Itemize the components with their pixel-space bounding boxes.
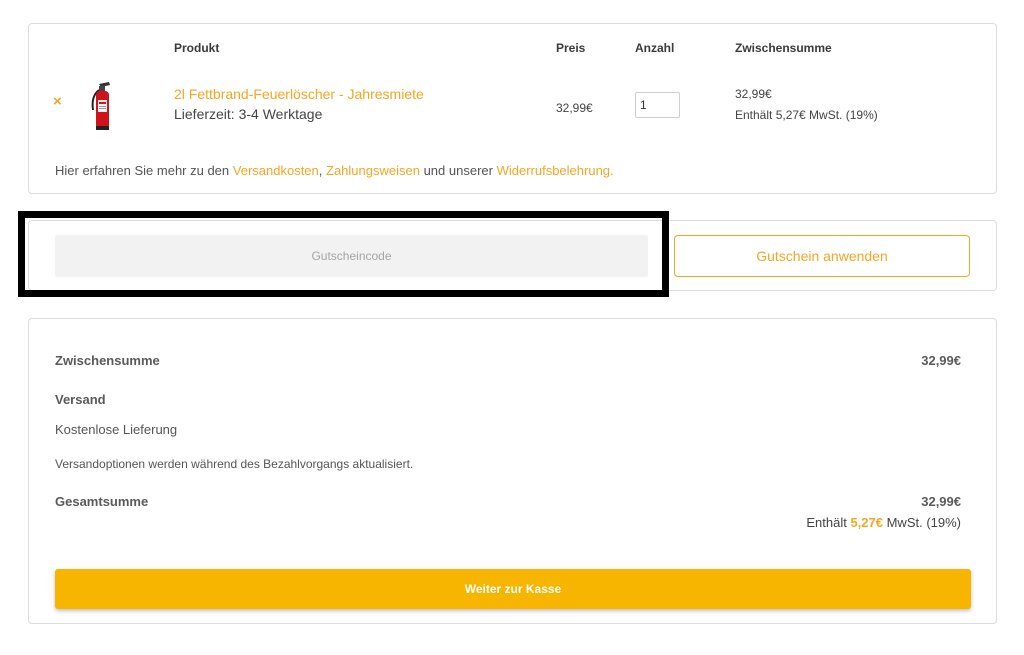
- delivery-time: Lieferzeit: 3-4 Werktage: [174, 106, 323, 122]
- total-label: Gesamtsumme: [55, 494, 149, 509]
- subtotal-value: 32,99€: [921, 353, 961, 368]
- vat-suffix: MwSt. (19%): [882, 515, 961, 530]
- quantity-input[interactable]: [635, 92, 680, 118]
- vat-prefix: Enthält: [806, 515, 851, 530]
- shipping-note: Versandoptionen werden während des Bezah…: [55, 457, 414, 471]
- info-suffix: .: [610, 163, 614, 178]
- item-subtotal-vat: Enthält 5,27€ MwSt. (19%): [735, 108, 878, 122]
- cart-totals: Zwischensumme 32,99€ Versand Kostenlose …: [28, 318, 997, 624]
- shipping-method: Kostenlose Lieferung: [55, 422, 178, 437]
- item-price: 32,99€: [556, 101, 593, 115]
- info-text: Hier erfahren Sie mehr zu den Versandkos…: [55, 163, 614, 178]
- total-vat: Enthält 5,27€ MwSt. (19%): [806, 515, 961, 530]
- info-separator: ,: [318, 163, 327, 178]
- info-prefix: Hier erfahren Sie mehr zu den: [55, 163, 233, 178]
- withdrawal-policy-link[interactable]: Widerrufsbelehrung: [497, 163, 610, 178]
- vat-amount: 5,27€: [850, 515, 883, 530]
- column-header-quantity: Anzahl: [635, 41, 675, 55]
- shipping-label: Versand: [55, 392, 106, 407]
- subtotal-label: Zwischensumme: [55, 353, 160, 368]
- total-value: 32,99€: [921, 494, 961, 509]
- coupon-code-input[interactable]: [55, 235, 648, 277]
- apply-coupon-button[interactable]: Gutschein anwenden: [674, 235, 970, 277]
- coupon-section: Gutschein anwenden: [28, 220, 997, 291]
- close-icon[interactable]: ×: [53, 94, 62, 109]
- product-name-link[interactable]: 2l Fettbrand-Feuerlöscher - Jahresmiete: [174, 86, 424, 102]
- payment-methods-link[interactable]: Zahlungsweisen: [326, 163, 420, 178]
- item-subtotal: 32,99€: [735, 87, 772, 101]
- column-header-price: Preis: [556, 41, 586, 55]
- column-header-subtotal: Zwischensumme: [735, 41, 832, 55]
- fire-extinguisher-icon[interactable]: [87, 80, 117, 132]
- column-header-product: Produkt: [174, 41, 220, 55]
- checkout-button[interactable]: Weiter zur Kasse: [55, 569, 971, 609]
- cart-table: Produkt Preis Anzahl Zwischensumme × 2l …: [28, 23, 997, 194]
- shipping-costs-link[interactable]: Versandkosten: [233, 163, 319, 178]
- info-middle: und unserer: [419, 163, 497, 178]
